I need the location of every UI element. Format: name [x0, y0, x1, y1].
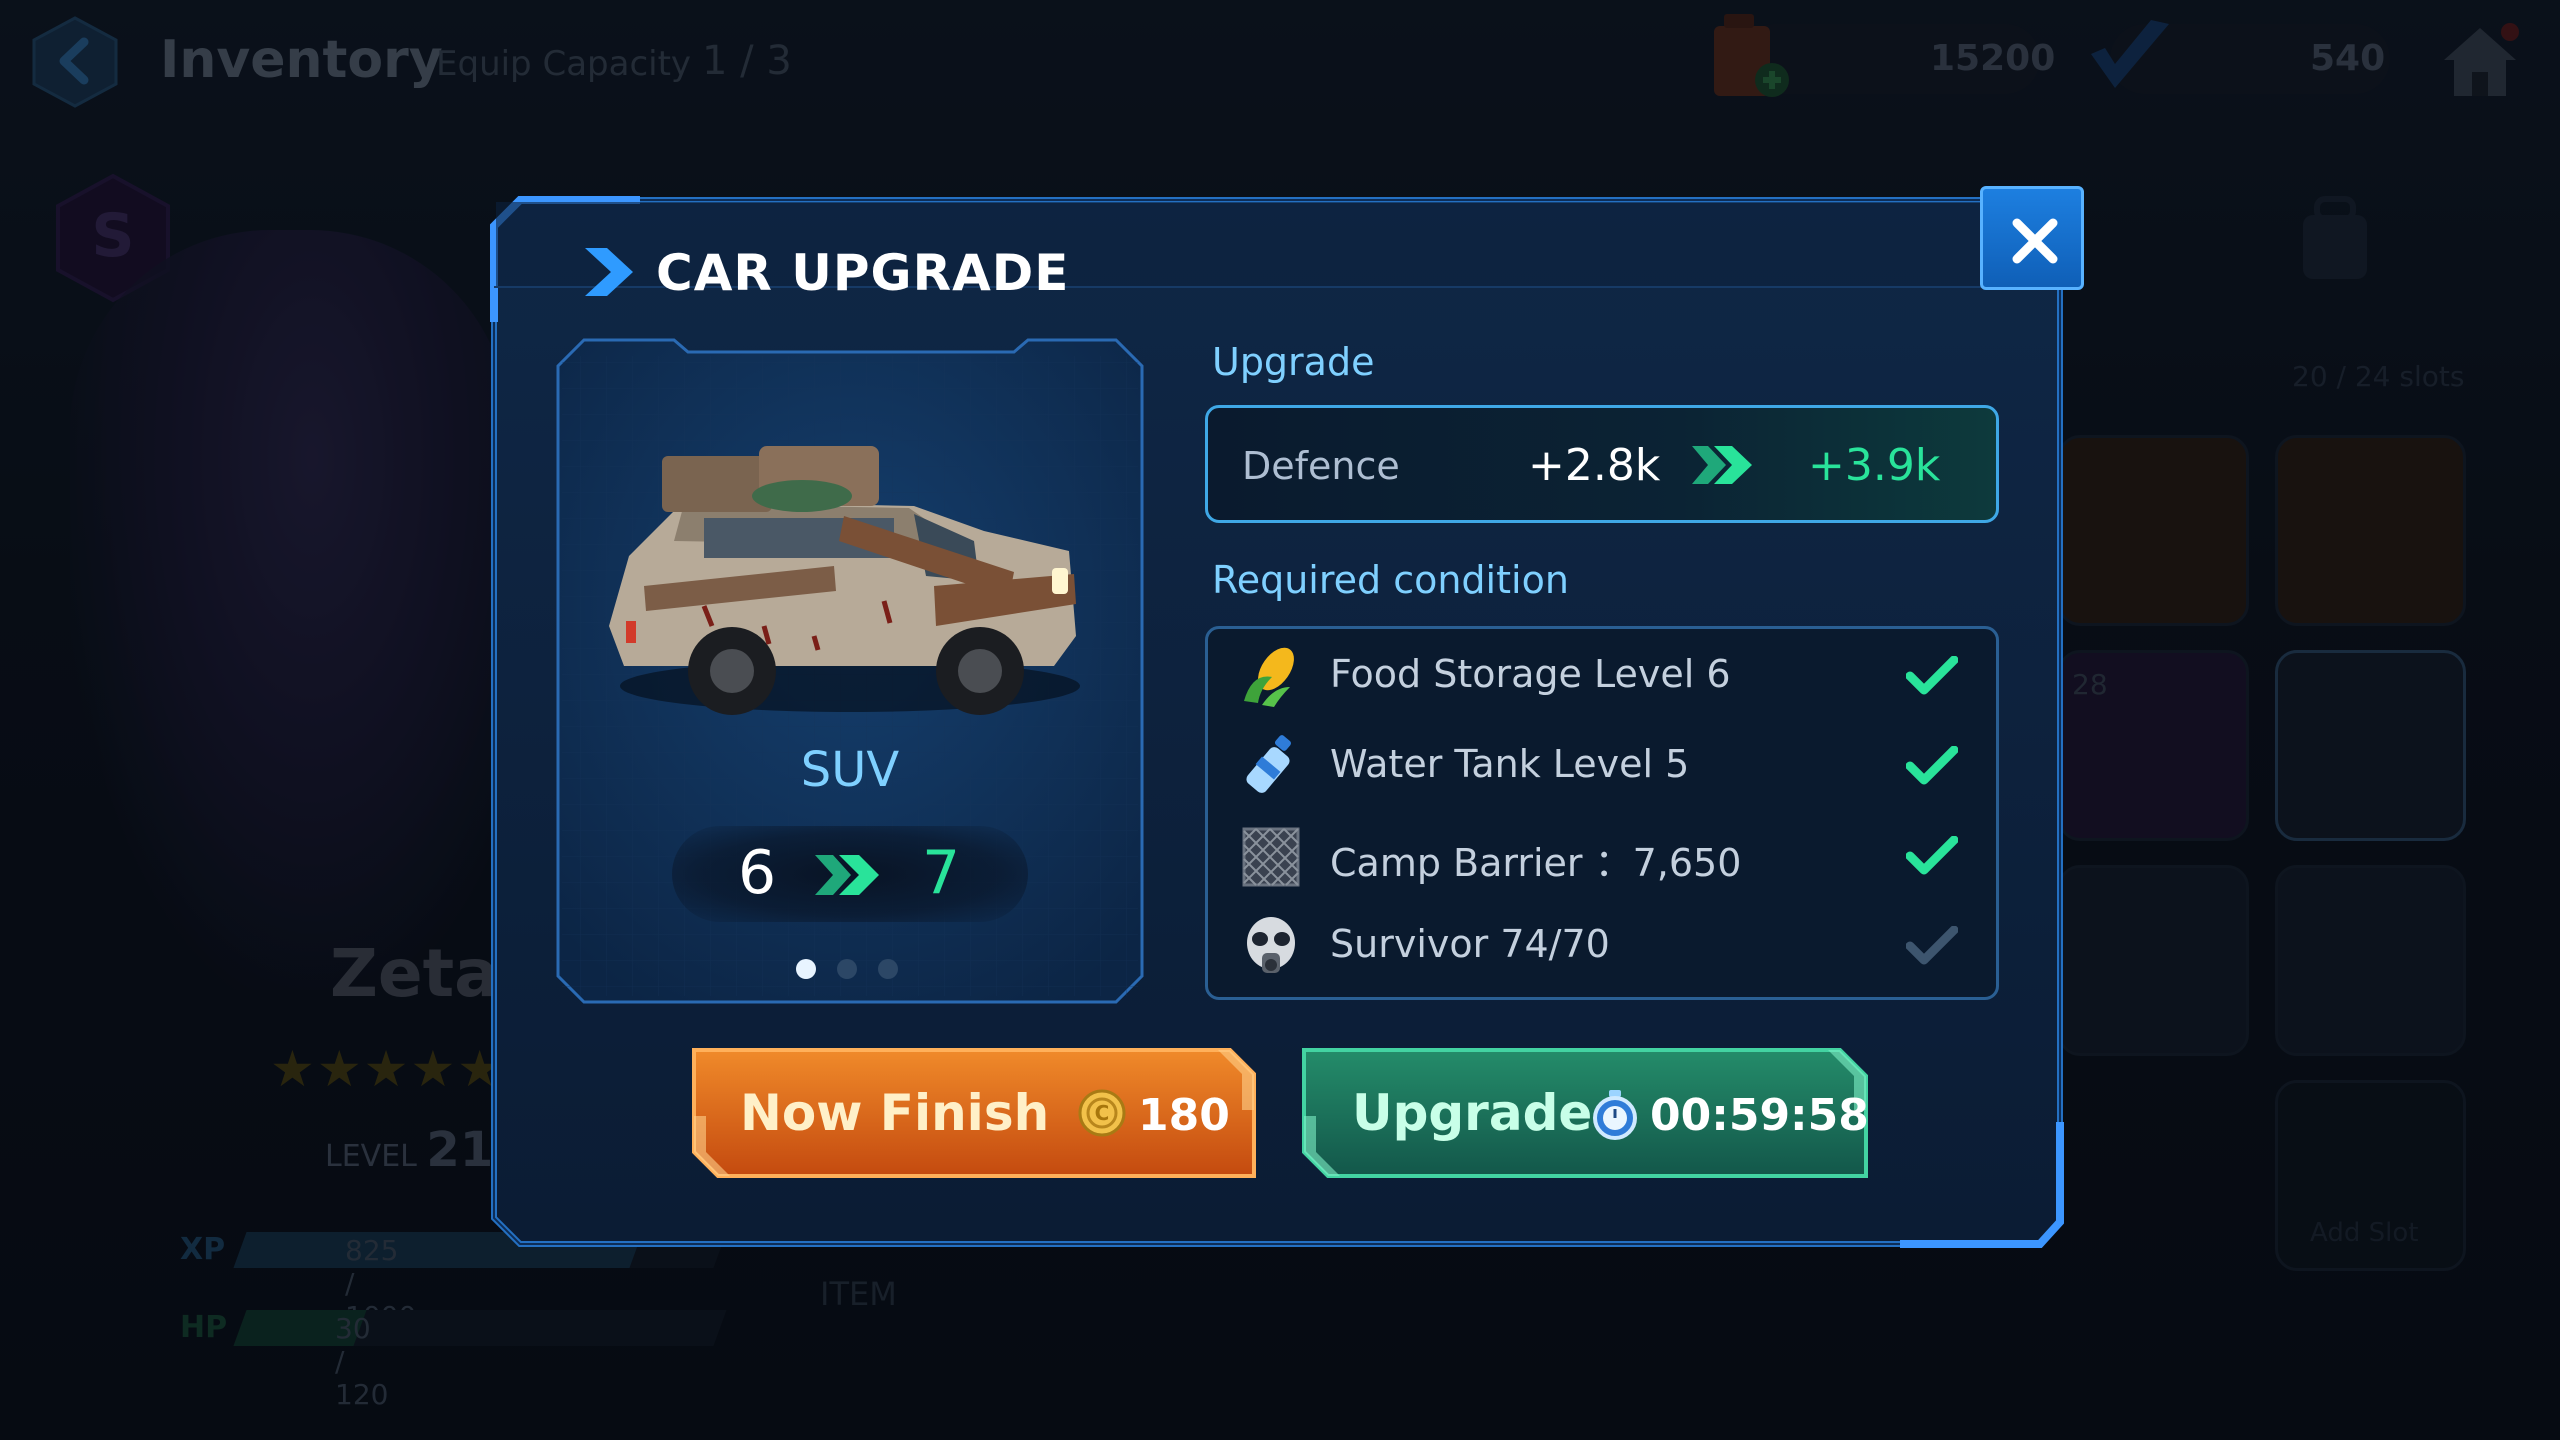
- double-chevron-right-icon: [815, 855, 879, 895]
- fence-icon: [1242, 827, 1300, 887]
- chevron-right-icon: [585, 248, 633, 296]
- stopwatch-icon: [1593, 1090, 1637, 1140]
- checkmark-icon: [1906, 746, 1958, 785]
- upgrade-section-label: Upgrade: [1212, 340, 1375, 384]
- svg-text:C: C: [1095, 1101, 1110, 1125]
- stat-current: +2.8k: [1528, 440, 1661, 491]
- gas-mask-icon: [1247, 917, 1295, 973]
- checkmark-icon: [1906, 926, 1958, 965]
- checkmark-icon: [1906, 836, 1958, 875]
- checkmark-icon: [1906, 656, 1958, 695]
- stat-next: +3.9k: [1808, 440, 1941, 491]
- condition-text: Food Storage Level 6: [1330, 652, 1731, 696]
- carousel-dot[interactable]: [796, 959, 816, 979]
- now-finish-cost: 180: [1138, 1090, 1230, 1141]
- double-chevron-right-icon: [1692, 446, 1752, 484]
- upgrade-timer: 00:59:58: [1650, 1090, 1869, 1141]
- condition-text: Water Tank Level 5: [1330, 742, 1690, 786]
- dialog-title: CAR UPGRADE: [656, 244, 1070, 302]
- corn-icon: [1244, 647, 1294, 707]
- required-condition-label: Required condition: [1212, 558, 1569, 602]
- stat-label: Defence: [1242, 444, 1400, 488]
- carousel-dot[interactable]: [878, 959, 898, 979]
- close-button[interactable]: [1980, 186, 2084, 290]
- water-bottle-icon: [1246, 735, 1291, 793]
- condition-text: Camp Barrier ：7,650: [1330, 841, 1742, 885]
- carousel-dot[interactable]: [837, 959, 857, 979]
- close-icon: [2012, 218, 2058, 264]
- condition-text: Survivor 74/70: [1330, 922, 1610, 966]
- next-level: 7: [922, 838, 961, 908]
- now-finish-label: Now Finish: [740, 1084, 1050, 1142]
- upgrade-label: Upgrade: [1352, 1084, 1593, 1142]
- coin-icon: C: [1078, 1089, 1126, 1137]
- current-level: 6: [738, 838, 777, 908]
- car-name: SUV: [800, 742, 900, 798]
